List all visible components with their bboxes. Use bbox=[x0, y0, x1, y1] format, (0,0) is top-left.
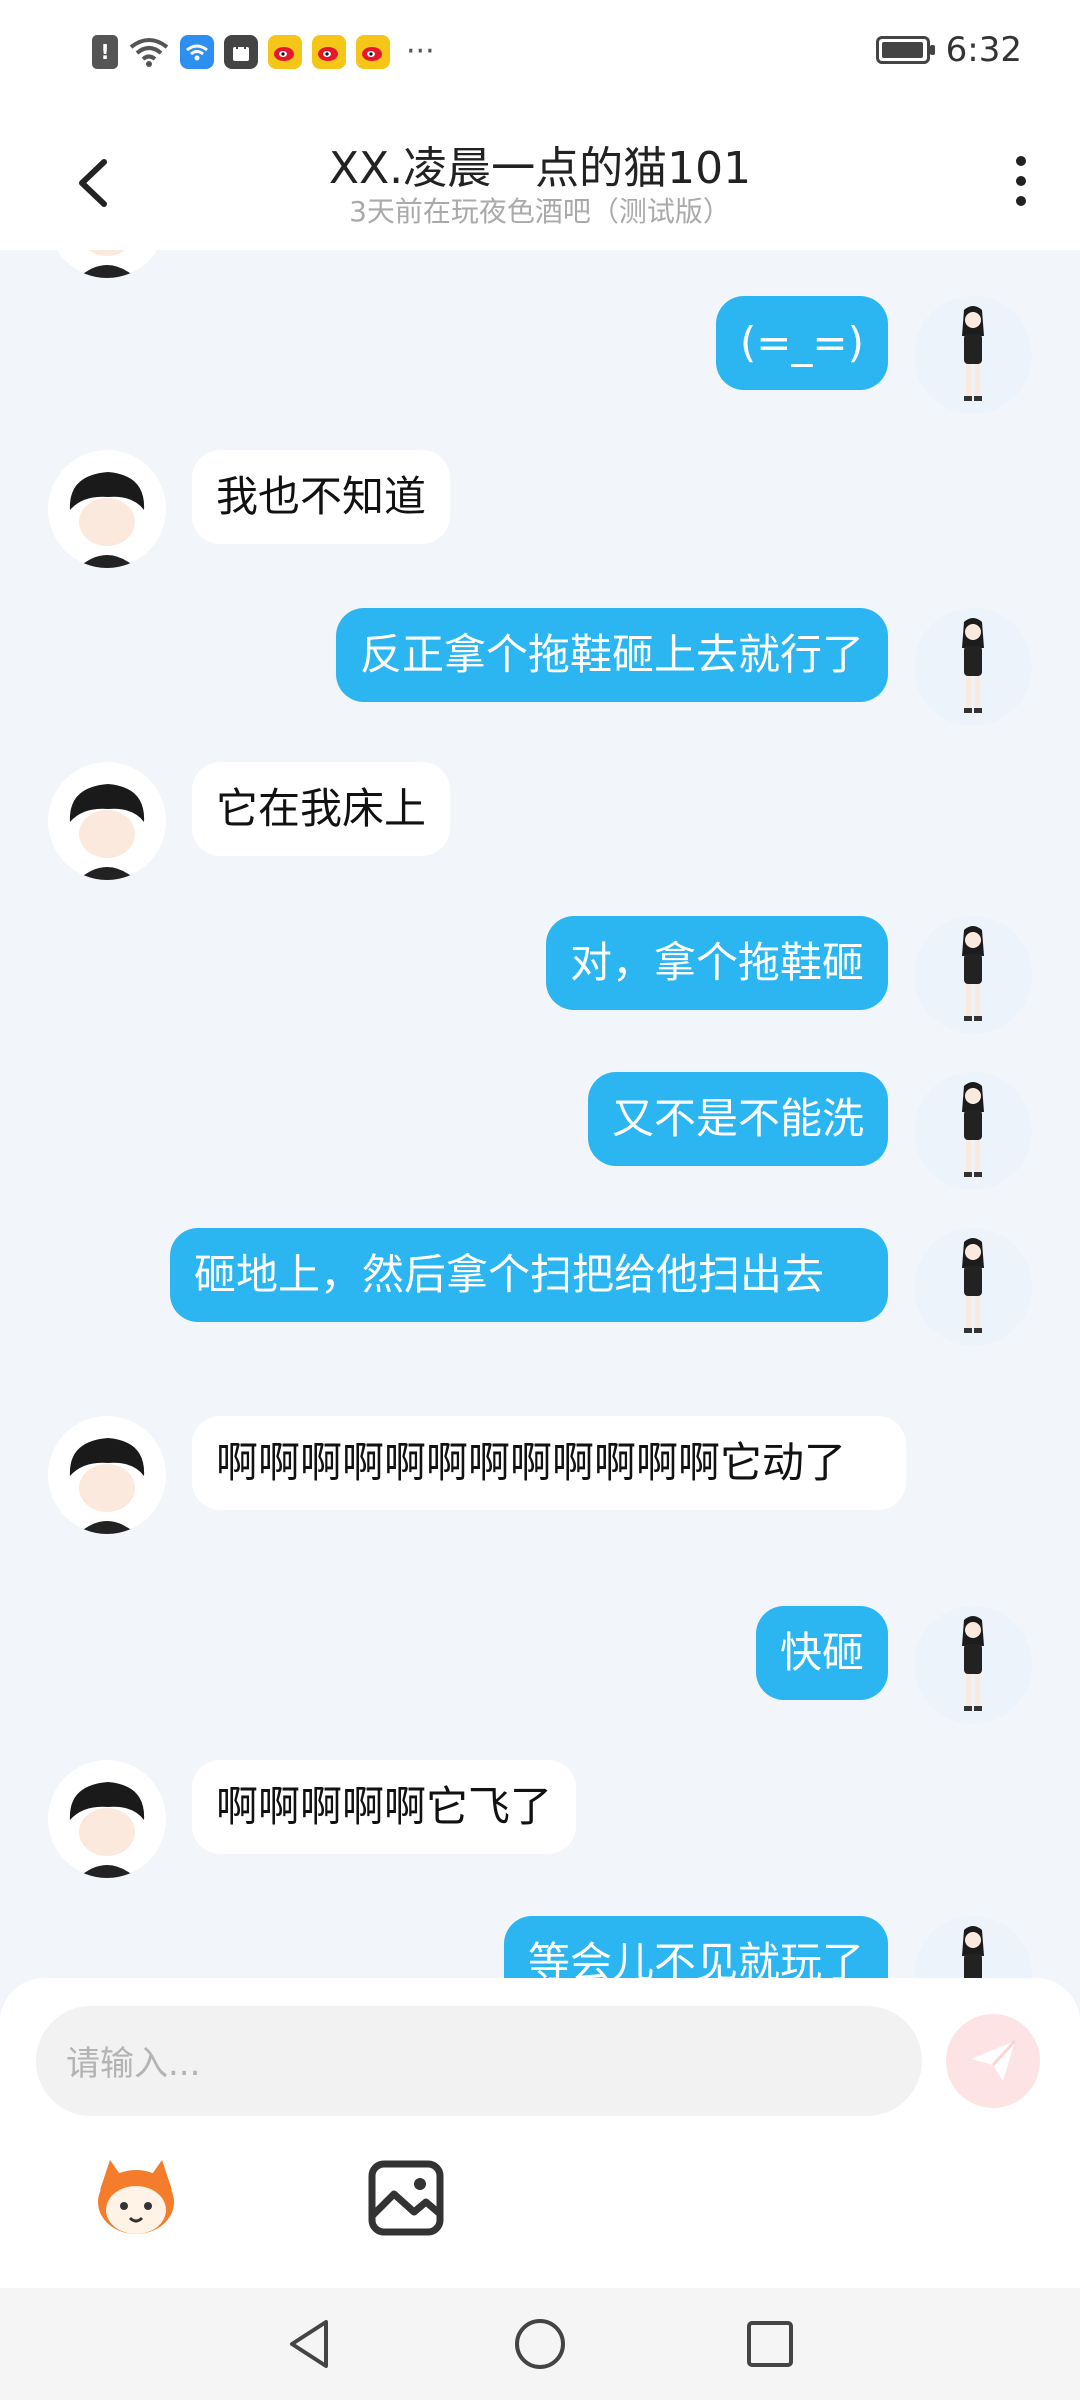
message-bubble-self[interactable]: 又不是不能洗 bbox=[587, 1072, 888, 1166]
nav-back-icon[interactable] bbox=[280, 2314, 340, 2374]
avatar-self[interactable] bbox=[914, 1606, 1032, 1724]
status-bar: ! ··· 6:32 bbox=[0, 0, 1080, 110]
nav-recents-icon[interactable] bbox=[740, 2314, 800, 2374]
avatar-other[interactable] bbox=[48, 1416, 166, 1534]
wifi-icon bbox=[129, 37, 169, 67]
status-icons: ! ··· bbox=[92, 34, 435, 69]
shopping-bag-icon bbox=[224, 34, 258, 69]
avatar-self[interactable] bbox=[914, 1072, 1032, 1190]
status-overflow: ··· bbox=[406, 34, 435, 69]
avatar-other[interactable] bbox=[48, 450, 166, 568]
sticker-mascot-icon bbox=[98, 2160, 174, 2234]
wifi-security-app-icon bbox=[180, 34, 214, 69]
avatar-self[interactable] bbox=[914, 916, 1032, 1034]
message-bubble-self[interactable]: 砸地上，然后拿个扫把给他扫出去 bbox=[170, 1228, 888, 1322]
avatar-other[interactable] bbox=[48, 1760, 166, 1878]
message-bubble-self[interactable]: 对，拿个拖鞋砸 bbox=[545, 916, 888, 1010]
message-bubble-other[interactable]: 啊啊啊啊啊啊啊啊啊啊啊啊它动了 bbox=[192, 1416, 906, 1510]
nav-home-icon[interactable] bbox=[510, 2314, 570, 2374]
weibo-icon bbox=[268, 34, 302, 69]
message-bubble-self[interactable]: (=_=) bbox=[715, 296, 888, 390]
message-bubble-other[interactable]: 它在我床上 bbox=[192, 762, 451, 856]
message-bubble-other[interactable]: 我也不知道 bbox=[192, 450, 451, 544]
avatar-other[interactable] bbox=[48, 762, 166, 880]
image-icon bbox=[368, 2160, 444, 2236]
avatar-self[interactable] bbox=[914, 608, 1032, 726]
message-list[interactable]: (=_=) 我也不知道 反正拿个拖鞋砸上去就行了 它在我床上 对，拿个拖鞋砸 又… bbox=[0, 250, 1080, 1978]
image-button[interactable] bbox=[358, 2150, 454, 2246]
contact-status: 3天前在玩夜色酒吧（测试版） bbox=[349, 195, 731, 228]
message-bubble-self[interactable]: 等会儿不见就玩了 bbox=[503, 1916, 888, 1978]
system-nav-bar bbox=[0, 2288, 1080, 2400]
battery-icon bbox=[875, 36, 935, 64]
message-bubble-self[interactable]: 反正拿个拖鞋砸上去就行了 bbox=[335, 608, 888, 702]
weibo-icon bbox=[312, 34, 346, 69]
send-icon bbox=[971, 2039, 1017, 2081]
contact-name: XX.凌晨一点的猫101 bbox=[328, 143, 752, 194]
alert-icon: ! bbox=[92, 34, 118, 69]
avatar-other[interactable] bbox=[48, 250, 166, 278]
avatar-self[interactable] bbox=[914, 296, 1032, 414]
message-composer: 请输入... bbox=[0, 1978, 1080, 2288]
sticker-button[interactable] bbox=[88, 2150, 184, 2246]
status-time: 6:32 bbox=[945, 30, 1022, 70]
weibo-icon bbox=[356, 34, 390, 69]
message-input[interactable]: 请输入... bbox=[36, 2006, 922, 2116]
message-bubble-other[interactable]: 啊啊啊啊啊它飞了 bbox=[192, 1760, 577, 1854]
send-button[interactable] bbox=[946, 2014, 1040, 2108]
more-options-button[interactable] bbox=[986, 146, 1056, 216]
avatar-self[interactable] bbox=[914, 1228, 1032, 1346]
chat-header: XX.凌晨一点的猫101 3天前在玩夜色酒吧（测试版） bbox=[0, 110, 1080, 250]
avatar-self[interactable] bbox=[914, 1916, 1032, 1978]
message-input-placeholder: 请输入... bbox=[66, 2044, 201, 2084]
message-bubble-self[interactable]: 快砸 bbox=[755, 1606, 888, 1700]
